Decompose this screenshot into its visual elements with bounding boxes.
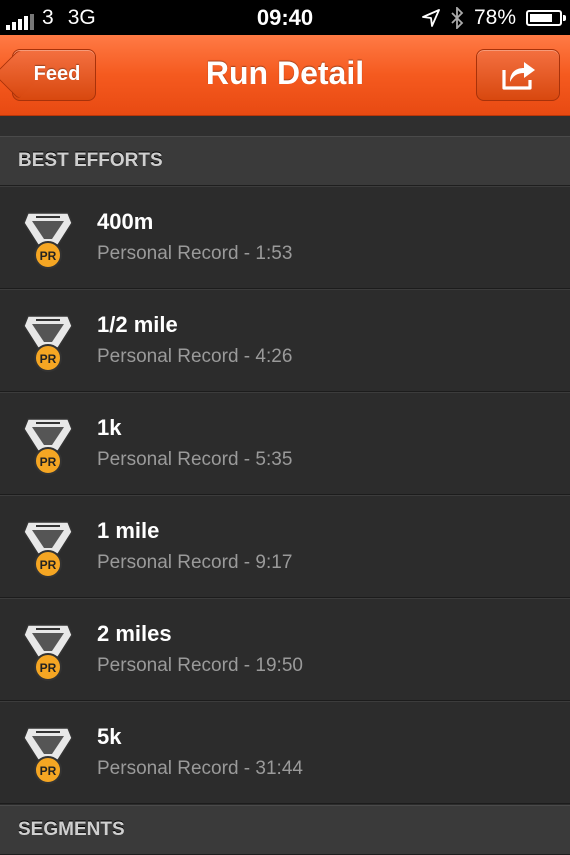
status-bar: 3 3G 09:40 78% [0, 0, 570, 35]
effort-name: 5k [97, 724, 122, 749]
effort-name: 1k [97, 415, 122, 440]
effort-name: 1/2 mile [97, 312, 178, 337]
effort-name: 2 miles [97, 621, 172, 646]
location-arrow-icon [422, 9, 440, 27]
pr-medal-icon: PR [23, 521, 73, 578]
svg-text:PR: PR [40, 455, 57, 469]
status-right: 78% [422, 6, 566, 30]
pr-medal-icon: PR [23, 727, 73, 784]
bluetooth-icon [451, 7, 464, 29]
pr-medal-icon: PR [23, 315, 73, 372]
effort-name: 1 mile [97, 518, 160, 543]
navigation-bar: Feed Run Detail [0, 35, 570, 116]
effort-record: Personal Record - 1:53 [97, 243, 293, 264]
effort-row[interactable]: PR 400m Personal Record - 1:53 [0, 186, 570, 289]
battery-level [530, 14, 552, 22]
effort-row[interactable]: PR 5k Personal Record - 31:44 [0, 701, 570, 804]
effort-row[interactable]: PR 2 miles Personal Record - 19:50 [0, 598, 570, 701]
svg-text:PR: PR [40, 661, 57, 675]
battery-icon [526, 10, 566, 26]
effort-row[interactable]: PR 1/2 mile Personal Record - 4:26 [0, 289, 570, 392]
svg-text:PR: PR [40, 764, 57, 778]
effort-record: Personal Record - 9:17 [97, 552, 293, 573]
effort-name: 400m [97, 209, 154, 234]
section-header-best-efforts: BEST EFFORTS [0, 136, 570, 186]
share-button[interactable] [476, 49, 560, 101]
effort-record: Personal Record - 5:35 [97, 449, 293, 470]
section-title: BEST EFFORTS [18, 150, 163, 171]
best-efforts-list: PR 400m Personal Record - 1:53 PR 1/2 mi… [0, 186, 570, 804]
effort-record: Personal Record - 19:50 [97, 655, 303, 676]
section-header-segments: SEGMENTS [0, 805, 570, 855]
svg-text:PR: PR [40, 558, 57, 572]
effort-record: Personal Record - 4:26 [97, 346, 293, 367]
svg-text:PR: PR [40, 249, 57, 263]
pr-medal-icon: PR [23, 418, 73, 475]
section-title: SEGMENTS [18, 819, 125, 840]
pr-medal-icon: PR [23, 212, 73, 269]
battery-percent: 78% [473, 6, 516, 29]
effort-row[interactable]: PR 1 mile Personal Record - 9:17 [0, 495, 570, 598]
content-top-spacer [0, 116, 570, 137]
share-icon [502, 62, 535, 90]
effort-row[interactable]: PR 1k Personal Record - 5:35 [0, 392, 570, 495]
pr-medal-icon: PR [23, 624, 73, 681]
effort-record: Personal Record - 31:44 [97, 758, 303, 779]
svg-text:PR: PR [40, 352, 57, 366]
